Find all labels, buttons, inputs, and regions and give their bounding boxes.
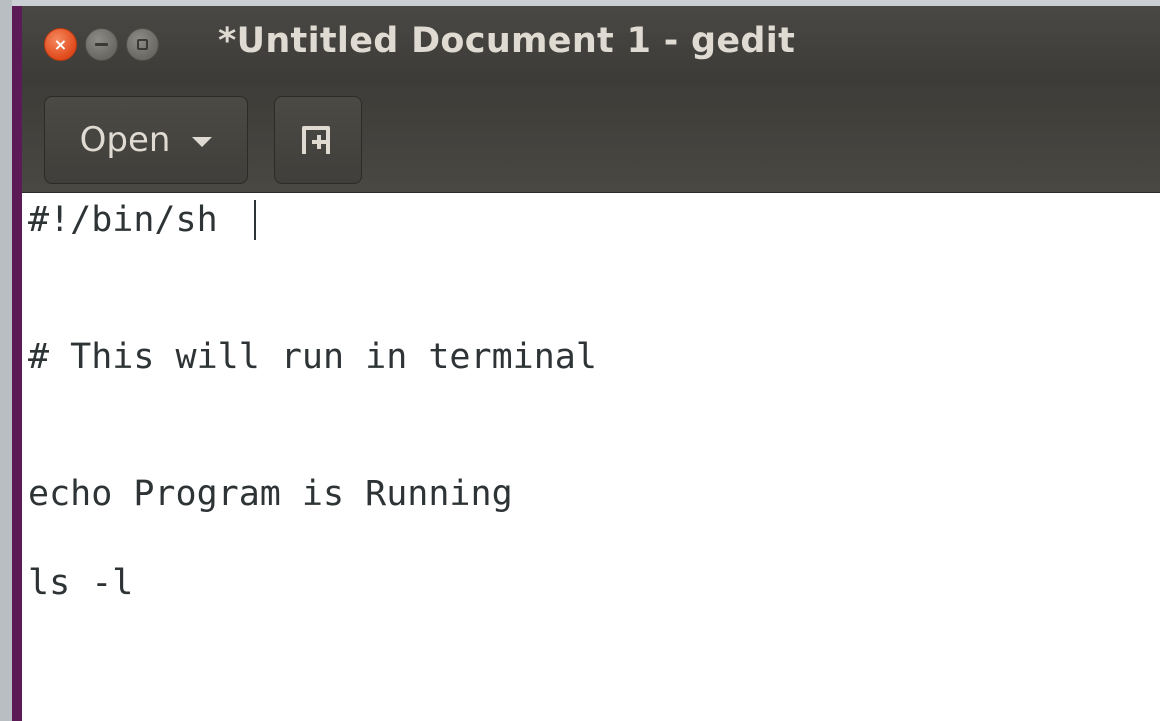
maximize-icon — [137, 38, 148, 50]
desktop-background — [0, 0, 12, 721]
close-icon: × — [53, 34, 68, 54]
editor-line-5[interactable]: echo Program is Running — [28, 473, 513, 515]
titlebar: × *Untitled Document 1 - gedit — [22, 6, 1160, 82]
editor-line-1[interactable]: #!/bin/sh — [28, 199, 218, 241]
window-title: *Untitled Document 1 - gedit — [218, 21, 796, 61]
new-tab-button[interactable] — [274, 96, 362, 184]
new-tab-icon — [302, 126, 330, 154]
close-window-button[interactable]: × — [44, 27, 77, 61]
text-cursor — [254, 200, 256, 240]
editor-line-3[interactable]: # This will run in terminal — [28, 336, 597, 378]
header-toolbar: Open — [22, 82, 1160, 193]
editor-line-6[interactable]: ls -l — [28, 562, 133, 604]
open-button[interactable]: Open — [44, 96, 248, 184]
open-button-label: Open — [79, 120, 171, 160]
chevron-down-icon — [192, 137, 213, 147]
minimize-window-button[interactable] — [85, 27, 118, 61]
window-controls: × — [44, 26, 159, 62]
gedit-window: × *Untitled Document 1 - gedit Open #!/b… — [12, 6, 1160, 721]
text-editor-area[interactable]: #!/bin/sh # This will run in terminal ec… — [22, 193, 1160, 721]
maximize-window-button[interactable] — [126, 27, 159, 61]
minimize-icon — [95, 42, 108, 46]
